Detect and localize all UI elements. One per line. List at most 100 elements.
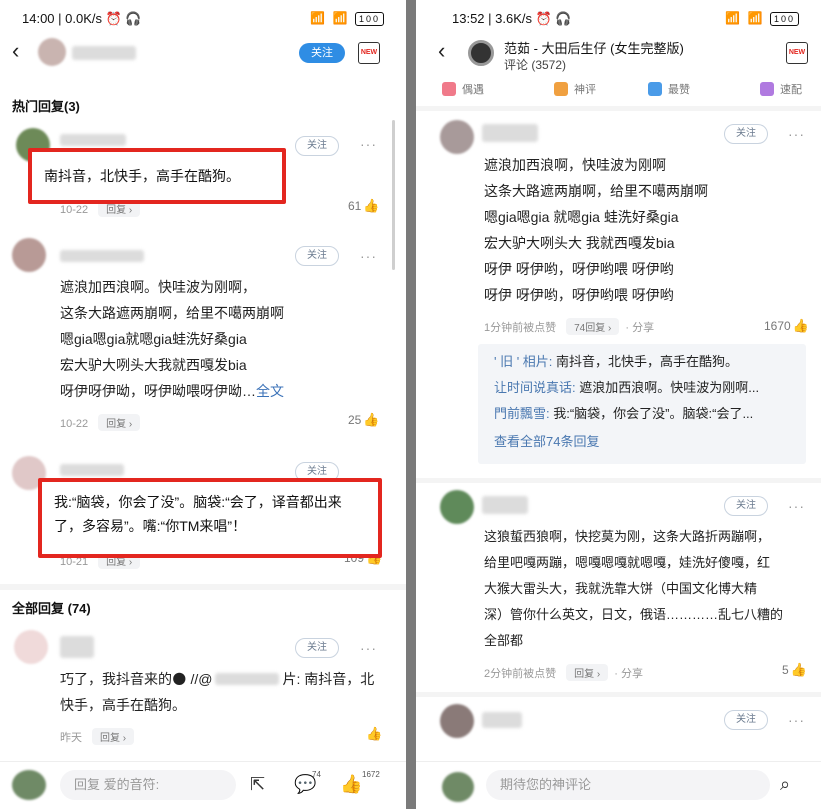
tab-label: 速配 [780,84,802,96]
user-name-blurred [482,124,538,142]
reply-button[interactable]: 74回复 › [566,318,620,335]
comment-date: 10-22 [60,418,89,430]
share-link[interactable]: · 分享 [625,322,654,334]
view-all-replies-link[interactable]: 查看全部74条回复 [494,430,796,454]
my-avatar[interactable] [12,770,46,800]
my-avatar[interactable] [442,772,474,802]
comment-text: 这狼蜇西狼啊，快挖莫为刚，这条大路折两蹦啊， 给里吧嘎两蹦，嗯嘎嗯嘎就嗯嘎，娃洗… [484,524,814,654]
like-button[interactable]: 5 👍 [782,662,807,678]
comment-text: 南抖音，北快手，高手在酷狗。 [44,168,240,184]
tab-label: 最赞 [668,84,690,96]
status-icons: 📶 📶 100 [310,11,384,26]
like-count: 1670 [764,319,791,333]
back-icon[interactable]: ‹ [12,38,19,64]
all-replies-title: 全部回复 (74) [12,601,91,616]
liked-time: 1分钟前被点赞 [484,322,557,334]
follow-button[interactable]: 关注 [724,710,768,730]
follow-button[interactable]: 关注 [295,246,339,266]
thumb-up-icon: 👍 [792,318,809,333]
thumb-up-icon: 👍 [366,726,383,741]
user-name-blurred [60,464,124,476]
reply-author[interactable]: 門前飄雪: [494,406,550,421]
header-follow-button[interactable]: 关注 [299,43,345,63]
comment-meta: 10-22 回复 › [60,414,141,431]
tab-encounter[interactable]: 偶遇 [442,81,484,97]
highlight-box: 南抖音，北快手，高手在酷狗。 [28,148,286,204]
comment-text: 巧了，我抖音来的🌑 //@ 片: 南抖音，北 快手，高手在酷狗。 [60,666,390,718]
follow-button[interactable]: 关注 [295,638,339,658]
thumb-up-icon: 👍 [363,412,380,427]
comment-text: 我:“脑袋，你会了没”。脑袋:“会了，译音都出来了，多容易”。嘴:“你TM来唱”… [54,494,342,534]
section-divider [416,478,821,483]
comment-line: 嗯gia嗯gia就嗯gia蛙洗好桑gia [60,331,247,347]
comment-line: 深）管你什么英文，日文，俄语…………乱七八糟的 [484,607,784,622]
follow-button[interactable]: 关注 [724,496,768,516]
comment-text: 遮浪加西浪啊，快哇波为刚啊 这条大路遮两崩啊，给里不噶两崩啊 嗯gia嗯gia … [484,152,814,308]
reply-text: 遮浪加西浪啊。快哇波为刚啊... [575,380,760,395]
reply-author[interactable]: ' 旧 ' 相片: [494,354,552,369]
status-bar: 13:52 | 3.6K/s ⏰ 🎧 📶 📶 100 [416,0,821,36]
reply-button[interactable]: 回复 › [92,728,135,745]
comment-meta: 昨天 回复 › [60,728,135,745]
share-icon[interactable]: ⇱ [250,774,265,795]
more-icon[interactable]: ··· [360,136,377,152]
tab-quick-match[interactable]: 速配 [760,81,802,97]
battery-icon: 100 [769,12,799,26]
thumb-icon [648,82,662,96]
user-avatar[interactable] [38,38,66,66]
avatar[interactable] [12,238,46,272]
like-button[interactable]: 61 👍 [348,198,380,214]
comment-line: 这条大路遮两崩啊，给里不噶两崩啊 [484,183,708,199]
follow-button[interactable]: 关注 [295,136,339,156]
like-icon[interactable]: 👍 [340,774,362,795]
more-icon[interactable]: ··· [360,640,377,656]
search-icon[interactable]: ⌕ [780,774,790,795]
more-icon[interactable]: ··· [788,498,805,514]
avatar[interactable] [440,120,474,154]
back-icon[interactable]: ‹ [438,38,445,64]
reply-author[interactable]: 让时间说真话: [494,380,576,395]
comment-line: 这狼蜇西狼啊，快挖莫为刚，这条大路折两蹦啊， [484,529,771,544]
like-button[interactable]: 1670 👍 [764,318,809,334]
new-icon[interactable]: NEW [786,42,808,64]
comment-text: 遮浪加西浪啊。快哇波为刚啊， 这条大路遮两崩啊，给里不噶两崩啊 嗯gia嗯gia… [60,274,390,404]
avatar[interactable] [440,490,474,524]
follow-button[interactable]: 关注 [724,124,768,144]
comment-date: 10-22 [60,204,89,216]
comment-input[interactable]: 期待您的神评论 [486,770,770,800]
reply-button[interactable]: 回复 › [566,664,609,681]
like-button[interactable]: 25 👍 [348,412,380,428]
sparkle-icon [760,82,774,96]
reply-input[interactable]: 回复 爱的音符: [60,770,236,800]
comment-line: 大猴大雷头大，我就洗靠大饼（中国文化博大精 [484,581,758,596]
panel-divider [406,0,416,809]
more-icon[interactable]: ··· [788,712,805,728]
new-icon[interactable]: NEW [358,42,380,64]
comment-line: 嗯gia嗯gia 就嗯gia 蛙洗好桑gia [484,209,679,225]
song-cover[interactable] [468,40,494,66]
more-icon[interactable]: ··· [788,126,805,142]
scrollbar[interactable] [392,120,395,270]
share-link[interactable]: · 分享 [614,668,643,680]
like-button[interactable]: 👍 [364,726,382,742]
comment-line: 给里吧嘎两蹦，嗯嘎嗯嘎就嗯嘎，娃洗好傻嘎，红 [484,555,771,570]
bottom-bar: 期待您的神评论 ⌕ [416,761,821,809]
avatar[interactable] [440,704,474,738]
reply-preview: 让时间说真话: 遮浪加西浪啊。快哇波为刚啊... [494,376,796,400]
full-text-link[interactable]: 全文 [256,383,284,399]
user-name-blurred [60,134,126,146]
chat-icon [554,82,568,96]
reply-button[interactable]: 回复 › [98,414,141,431]
more-icon[interactable]: ··· [360,248,377,264]
highlight-box: 我:“脑袋，你会了没”。脑袋:“会了，译音都出来了，多容易”。嘴:“你TM来唱”… [38,478,382,558]
signal-icon: 📶 📶 [310,11,355,25]
avatar[interactable] [14,630,48,664]
comment-line: 快手，高手在酷狗。 [60,697,186,713]
tab-god-comments[interactable]: 神评 [554,81,596,97]
reply-preview-box[interactable]: ' 旧 ' 相片: 南抖音，北快手，高手在酷狗。 让时间说真话: 遮浪加西浪啊。… [478,344,806,464]
user-name-blurred [72,46,136,60]
comment-line: 呀伊呀伊呦，呀伊呦喂呀伊呦… [60,383,256,399]
comment-line: 呀伊 呀伊哟，呀伊哟喂 呀伊哟 [484,287,674,303]
comment-date: 昨天 [60,732,82,744]
tab-most-liked[interactable]: 最赞 [648,81,690,97]
